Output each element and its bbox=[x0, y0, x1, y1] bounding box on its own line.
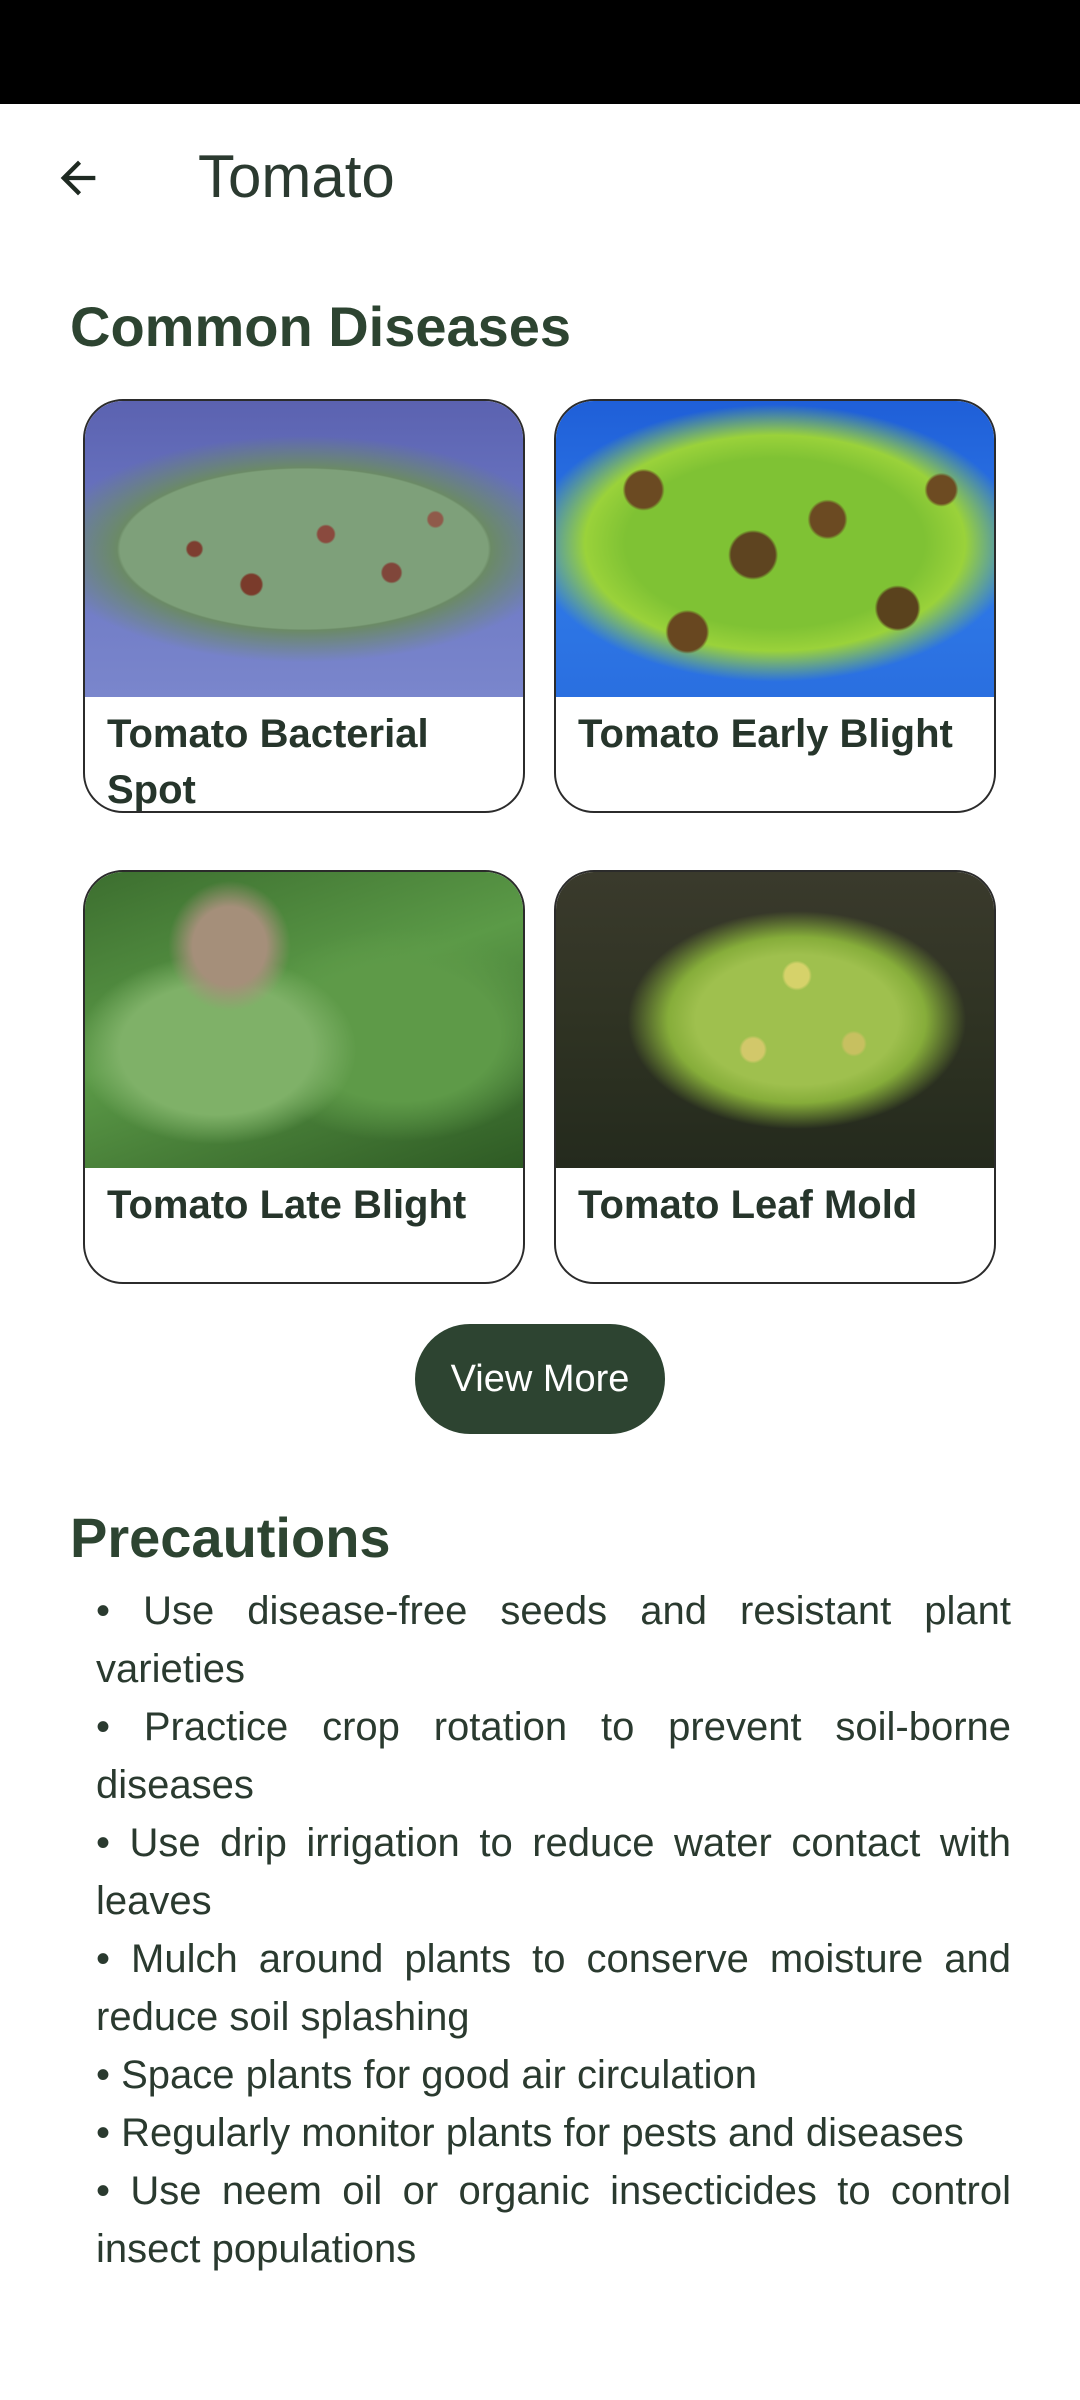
app-bar: Tomato bbox=[0, 104, 1080, 254]
list-item: • Use drip irrigation to reduce water co… bbox=[96, 1821, 1011, 1923]
disease-card-late-blight[interactable]: Tomato Late Blight bbox=[83, 870, 525, 1284]
list-item: • Use disease-free seeds and resistant p… bbox=[96, 1589, 1011, 1691]
list-item: • Practice crop rotation to prevent soil… bbox=[96, 1705, 1011, 1807]
precautions-list: • Use disease-free seeds and resistant p… bbox=[96, 1582, 1011, 2278]
disease-image bbox=[556, 872, 994, 1168]
view-more-button[interactable]: View More bbox=[415, 1324, 665, 1434]
list-item: • Regularly monitor plants for pests and… bbox=[96, 2111, 964, 2155]
disease-card-bacterial-spot[interactable]: Tomato Bacterial Spot bbox=[83, 399, 525, 813]
page-title: Tomato bbox=[198, 143, 395, 210]
disease-image bbox=[85, 401, 523, 697]
disease-image bbox=[85, 872, 523, 1168]
back-button[interactable] bbox=[40, 140, 116, 216]
list-item: • Mulch around plants to conserve moistu… bbox=[96, 1937, 1011, 2039]
disease-card-label: Tomato Late Blight bbox=[107, 1183, 467, 1227]
common-diseases-heading: Common Diseases bbox=[70, 295, 572, 358]
disease-card-label: Tomato Leaf Mold bbox=[578, 1183, 918, 1227]
list-item: • Space plants for good air circulation bbox=[96, 2053, 758, 2097]
list-item: • Use neem oil or organic insecticides t… bbox=[96, 2169, 1011, 2271]
disease-image bbox=[556, 401, 994, 697]
status-bar bbox=[0, 0, 1080, 104]
disease-card-early-blight[interactable]: Tomato Early Blight bbox=[554, 399, 996, 813]
disease-card-label: Tomato Early Blight bbox=[578, 712, 953, 756]
disease-card-leaf-mold[interactable]: Tomato Leaf Mold bbox=[554, 870, 996, 1284]
arrow-left-icon bbox=[60, 160, 96, 196]
precautions-heading: Precautions bbox=[70, 1506, 391, 1569]
disease-card-label: Tomato Bacterial Spot bbox=[107, 712, 429, 812]
